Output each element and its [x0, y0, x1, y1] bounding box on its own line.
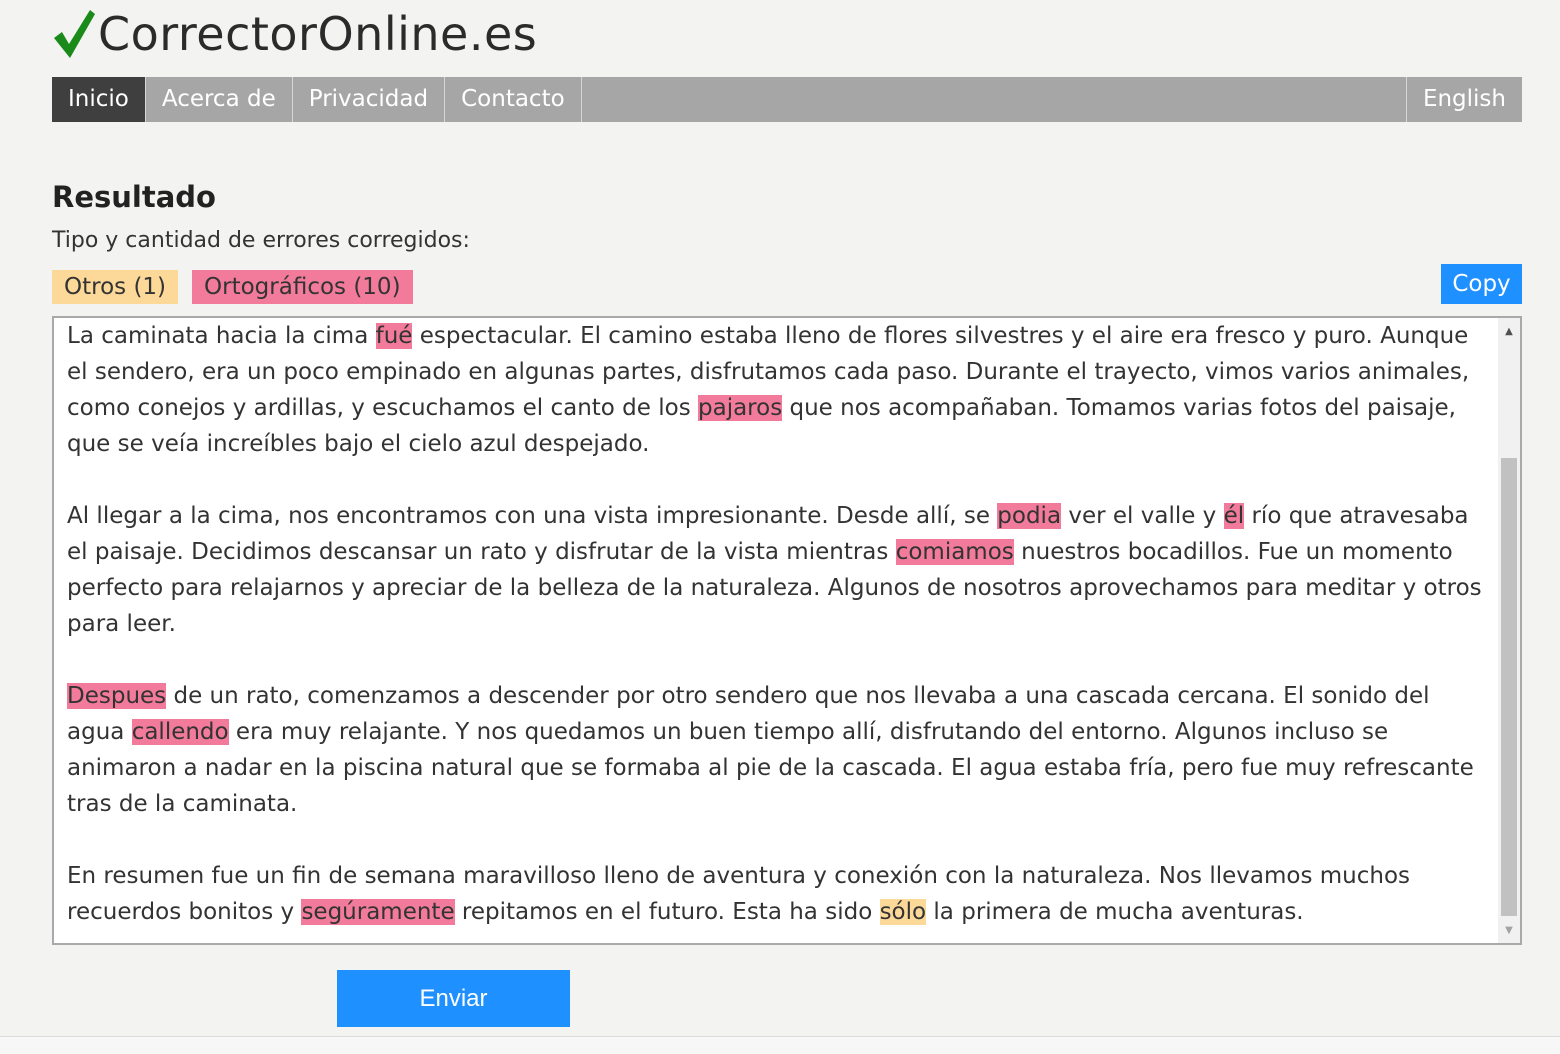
badge-otros[interactable]: Otros (1): [52, 270, 179, 304]
result-subtitle: Tipo y cantidad de errores corregidos:: [52, 228, 470, 253]
error-badges: Otros (1) Ortográficos (10): [52, 270, 413, 304]
text-paragraph: La caminata hacia la cima fué espectacul…: [67, 318, 1492, 462]
corrected-text-area[interactable]: La caminata hacia la cima fué espectacul…: [52, 316, 1522, 945]
nav-item-acerca-de[interactable]: Acerca de: [146, 77, 293, 122]
scroll-up-arrow-icon[interactable]: ▲: [1498, 320, 1520, 342]
other-error-highlight[interactable]: sólo: [879, 899, 927, 925]
site-name: CorrectorOnline.es: [98, 7, 538, 61]
nav-item-inicio[interactable]: Inicio: [52, 77, 146, 122]
language-switch[interactable]: English: [1407, 77, 1522, 122]
spelling-error-highlight[interactable]: él: [1223, 503, 1245, 529]
nav-spacer: [582, 77, 1407, 122]
scroll-down-arrow-icon[interactable]: ▼: [1498, 919, 1520, 941]
text-segment: la primera de mucha aventuras.: [926, 899, 1304, 925]
scrollbar-thumb[interactable]: [1501, 458, 1517, 916]
text-segment: era muy relajante. Y nos quedamos un bue…: [67, 719, 1474, 817]
main-nav: Inicio Acerca de Privacidad Contacto Eng…: [52, 77, 1522, 122]
text-segment: Al llegar a la cima, nos encontramos con…: [67, 503, 998, 529]
text-segment: La caminata hacia la cima: [67, 323, 376, 349]
text-paragraph: Al llegar a la cima, nos encontramos con…: [67, 498, 1492, 642]
nav-item-contacto[interactable]: Contacto: [445, 77, 582, 122]
spelling-error-highlight[interactable]: fué: [375, 323, 413, 349]
corrected-text: La caminata hacia la cima fué espectacul…: [67, 318, 1492, 930]
spelling-error-highlight[interactable]: pajaros: [698, 395, 783, 421]
spelling-error-highlight[interactable]: Despues: [67, 683, 167, 709]
spelling-error-highlight[interactable]: podia: [997, 503, 1062, 529]
spelling-error-highlight[interactable]: comiamos: [895, 539, 1014, 565]
text-segment: ver el valle y: [1061, 503, 1224, 529]
submit-button[interactable]: Enviar: [337, 970, 570, 1027]
spelling-error-highlight[interactable]: segúramente: [301, 899, 455, 925]
spelling-error-highlight[interactable]: callendo: [131, 719, 229, 745]
nav-item-privacidad[interactable]: Privacidad: [293, 77, 446, 122]
site-logo[interactable]: CorrectorOnline.es: [52, 4, 537, 64]
result-title: Resultado: [52, 180, 216, 214]
badge-ortograficos[interactable]: Ortográficos (10): [192, 270, 413, 304]
text-paragraph: En resumen fue un fin de semana maravill…: [67, 858, 1492, 930]
checkmark-icon: [54, 10, 95, 58]
footer-divider: [0, 1036, 1560, 1054]
copy-button[interactable]: Copy: [1441, 264, 1522, 304]
text-paragraph: Despues de un rato, comenzamos a descend…: [67, 678, 1492, 822]
vertical-scrollbar[interactable]: ▲ ▼: [1498, 318, 1520, 943]
text-segment: repitamos en el futuro. Esta ha sido: [454, 899, 880, 925]
